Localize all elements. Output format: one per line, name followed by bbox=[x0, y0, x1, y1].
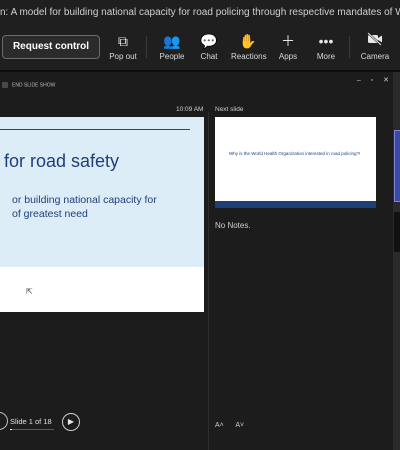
end-slide-show-button[interactable]: END SLIDE SHOW bbox=[2, 82, 55, 88]
pop-out-label: Pop out bbox=[109, 52, 137, 61]
speaker-notes: No Notes. bbox=[215, 221, 251, 230]
adjacent-thumbnail bbox=[394, 130, 400, 202]
slide-heading: for road safety bbox=[4, 151, 120, 171]
next-slide-question: Why is the World Health Organization int… bbox=[229, 151, 361, 156]
apps-label: Apps bbox=[278, 52, 298, 61]
mouse-cursor-icon: ⇱ bbox=[26, 287, 33, 296]
pop-out-icon: ⧉ bbox=[118, 33, 128, 49]
request-control-button[interactable]: Request control bbox=[2, 35, 100, 59]
next-slide-heading: Next slide bbox=[215, 106, 244, 113]
decrease-font-icon[interactable]: A˅ bbox=[235, 422, 244, 429]
camera-button[interactable]: Camera bbox=[358, 32, 392, 61]
pane-divider[interactable] bbox=[208, 112, 209, 450]
current-slide[interactable]: for road safety or building national cap… bbox=[0, 117, 204, 312]
apps-button[interactable]: ＋ Apps bbox=[271, 32, 305, 61]
camera-label: Camera bbox=[360, 52, 390, 61]
slide-counter[interactable]: Slide 1 of 18 bbox=[10, 417, 52, 426]
restore-icon[interactable]: – bbox=[357, 77, 361, 84]
presentation-clock: 10:09 AM bbox=[176, 106, 204, 113]
reactions-button[interactable]: ✋ Reactions bbox=[231, 32, 267, 61]
slide-progress-bar bbox=[10, 429, 54, 430]
slideshow-icon bbox=[2, 82, 8, 88]
window-controls: – ▫ ✕ bbox=[349, 76, 389, 84]
chat-label: Chat bbox=[200, 52, 218, 61]
adjacent-dark-tile bbox=[394, 212, 400, 252]
reactions-icon: ✋ bbox=[239, 33, 257, 49]
pop-out-button[interactable]: ⧉ Pop out bbox=[106, 32, 140, 61]
adjacent-panel-strip bbox=[393, 72, 400, 450]
toolbar-divider bbox=[349, 36, 350, 58]
more-icon: ••• bbox=[318, 33, 334, 49]
play-icon: ▶ bbox=[67, 417, 75, 426]
increase-font-icon[interactable]: A˄ bbox=[215, 422, 224, 429]
more-label: More bbox=[316, 52, 336, 61]
notes-font-controls: A˄ A˅ bbox=[215, 422, 254, 429]
slide-subtitle: or building national capacity for of gre… bbox=[12, 193, 157, 221]
presenter-topbar: END SLIDE SHOW – ▫ ✕ bbox=[0, 72, 393, 100]
camera-off-icon bbox=[358, 32, 392, 50]
people-label: People bbox=[159, 52, 185, 61]
toolbar-divider bbox=[146, 36, 147, 58]
close-icon[interactable]: ✕ bbox=[383, 77, 389, 84]
people-button[interactable]: 👥 People bbox=[155, 32, 189, 61]
maximize-icon[interactable]: ▫ bbox=[371, 77, 373, 84]
reactions-label: Reactions bbox=[231, 52, 267, 61]
slide-subtitle-line1: or building national capacity for bbox=[12, 194, 157, 206]
end-slide-show-label: END SLIDE SHOW bbox=[12, 82, 56, 89]
window-titlebar: n: A model for building national capacit… bbox=[0, 0, 400, 29]
slide-navigation: Slide 1 of 18 ▶ bbox=[0, 410, 208, 434]
meeting-title: n: A model for building national capacit… bbox=[0, 7, 400, 18]
previous-slide-button[interactable] bbox=[0, 412, 8, 430]
people-icon: 👥 bbox=[163, 33, 181, 49]
more-button[interactable]: ••• More bbox=[309, 32, 343, 61]
presenter-view: END SLIDE SHOW – ▫ ✕ 10:09 AM Next slide… bbox=[0, 72, 393, 450]
next-slide-footer-bar bbox=[215, 201, 376, 208]
slide-title-band bbox=[0, 117, 204, 267]
chat-button[interactable]: 💬 Chat bbox=[192, 32, 226, 61]
meeting-toolbar: Request control ⧉ Pop out 👥 People 💬 Cha… bbox=[0, 28, 400, 70]
apps-icon: ＋ bbox=[281, 33, 295, 49]
chat-icon: 💬 bbox=[200, 33, 218, 49]
slide-subtitle-line2: of greatest need bbox=[12, 208, 88, 220]
next-slide-thumbnail[interactable]: Why is the World Health Organization int… bbox=[215, 117, 376, 208]
slide-progress-fill bbox=[10, 429, 13, 430]
next-slide-button[interactable]: ▶ bbox=[62, 413, 80, 431]
slide-title-rule bbox=[0, 129, 190, 130]
